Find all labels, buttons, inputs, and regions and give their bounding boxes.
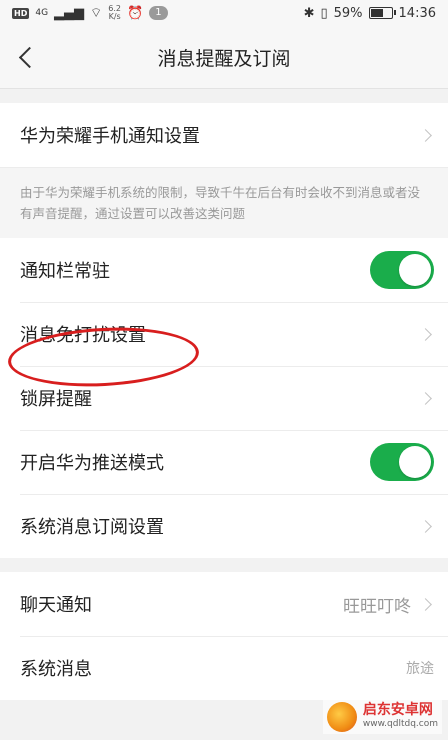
alarm-icon: ⏰: [127, 5, 144, 21]
notification-bar-resident-item: 通知栏常驻: [0, 238, 448, 302]
notification-bar-resident-toggle[interactable]: [370, 251, 434, 289]
chevron-right-icon: [419, 519, 432, 533]
row-label: 系统消息订阅设置: [20, 517, 164, 538]
do-not-disturb-settings-item[interactable]: 消息免打扰设置: [0, 302, 448, 366]
hd-badge: HD: [12, 7, 30, 19]
watermark-logo-icon: [326, 702, 357, 732]
message-group: 聊天通知 旺旺叮咚 系统消息 旅途: [0, 572, 448, 700]
huawei-notification-settings-item[interactable]: 华为荣耀手机通知设置: [0, 103, 448, 167]
bluetooth-icon: ✱: [303, 5, 315, 21]
chevron-right-icon: [419, 327, 432, 341]
back-chevron-icon: [18, 46, 40, 68]
lock-screen-reminder-item[interactable]: 锁屏提醒: [0, 366, 448, 430]
row-label: 锁屏提醒: [20, 389, 92, 410]
chevron-right-icon: [419, 391, 432, 405]
battery-icon: [368, 7, 396, 19]
chevron-right-icon: [419, 597, 432, 611]
huawei-push-mode-item: 开启华为推送模式: [0, 430, 448, 494]
speed-unit: K/s: [108, 12, 121, 21]
watermark-title: 启东安卓网: [362, 702, 433, 718]
status-bar: HD 4G ▂▄▆ ⌔ 6.2 K/s ⏰ 1 ✱ ▯ 59% 14:36: [0, 0, 448, 26]
watermark-text: 启东安卓网 www.qdltdq.com: [363, 703, 438, 731]
notification-group: 通知栏常驻 消息免打扰设置 锁屏提醒 开启华为推送模式 系统消息订阅设置: [0, 238, 448, 558]
system-message-subscription-item[interactable]: 系统消息订阅设置: [0, 494, 448, 558]
signal-icon: ▂▄▆: [54, 5, 85, 21]
status-right: ✱ ▯ 59% 14:36: [304, 6, 436, 21]
vibrate-icon: ▯: [320, 5, 328, 21]
row-value: 旺旺叮咚: [343, 596, 411, 617]
row-right: 旅途: [406, 658, 434, 678]
clock: 14:36: [398, 5, 436, 21]
battery-percent: 59%: [333, 5, 363, 21]
huawei-push-mode-toggle[interactable]: [370, 443, 434, 481]
watermark-url: www.qdltdq.com: [362, 719, 438, 729]
status-left: HD 4G ▂▄▆ ⌔ 6.2 K/s ⏰ 1: [12, 5, 168, 21]
chevron-right-icon: [419, 128, 432, 142]
row-label: 消息免打扰设置: [20, 325, 146, 346]
notification-count: 1: [149, 6, 168, 20]
row-value: 旅途: [406, 661, 434, 677]
system-message-item[interactable]: 系统消息 旅途: [0, 636, 448, 700]
watermark: 启东安卓网 www.qdltdq.com: [322, 700, 442, 734]
wifi-icon: ⌔: [90, 6, 103, 21]
row-label: 通知栏常驻: [20, 261, 110, 282]
nav-bar: 消息提醒及订阅: [0, 26, 448, 89]
back-button[interactable]: [0, 26, 50, 88]
page-title: 消息提醒及订阅: [157, 47, 291, 70]
row-label: 系统消息: [20, 659, 92, 680]
row-label: 开启华为推送模式: [20, 453, 164, 474]
huawei-note: 由于华为荣耀手机系统的限制，导致千牛在后台有时会收不到消息或者没有声音提醒，通过…: [0, 167, 448, 238]
row-label: 聊天通知: [20, 595, 92, 616]
net-speed: 6.2 K/s: [108, 5, 121, 21]
row-label: 华为荣耀手机通知设置: [20, 126, 200, 147]
network-label: 4G: [35, 8, 49, 18]
chat-notification-item[interactable]: 聊天通知 旺旺叮咚: [0, 572, 448, 636]
row-right: 旺旺叮咚: [343, 592, 434, 617]
huawei-settings-group: 华为荣耀手机通知设置 由于华为荣耀手机系统的限制，导致千牛在后台有时会收不到消息…: [0, 103, 448, 238]
